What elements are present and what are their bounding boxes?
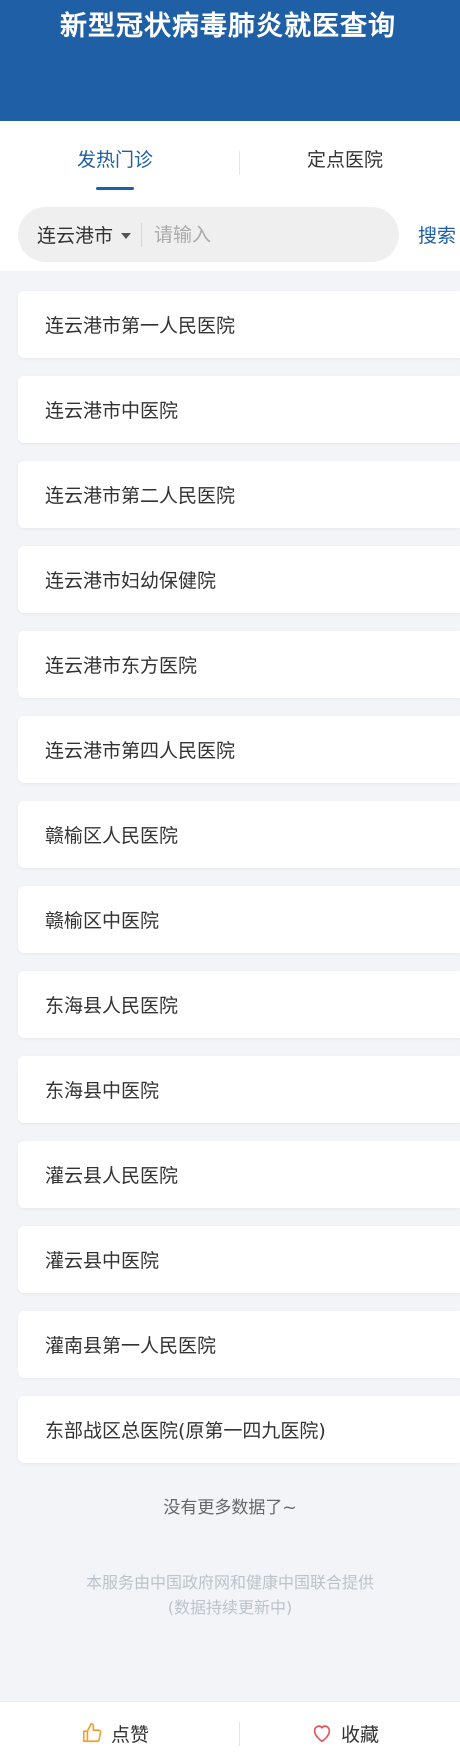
list-item[interactable]: 赣榆区中医院 [18,886,460,953]
list-item[interactable]: 连云港市东方医院 [18,631,460,698]
no-more-data-text: 没有更多数据了~ [163,1498,297,1518]
active-tab-indicator [96,187,134,190]
tab-fever-clinic[interactable]: 发热门诊 [0,121,230,190]
list-item[interactable]: 连云港市妇幼保健院 [18,546,460,613]
list-item[interactable]: 连云港市中医院 [18,376,460,443]
city-selector[interactable]: 连云港市 [18,221,132,248]
divider [141,222,143,247]
page-title: 新型冠状病毒肺炎就医查询 [60,11,396,42]
list-item[interactable]: 灌云县人民医院 [18,1141,460,1208]
list-item[interactable]: 东海县人民医院 [18,971,460,1038]
favorite-button[interactable]: 收藏 [230,1702,460,1764]
tab-label: 发热门诊 [76,149,153,171]
data-update-line: (数据持续更新中) [167,1598,293,1617]
search-button[interactable]: 搜索 [418,221,456,248]
list-item[interactable]: 连云港市第四人民医院 [18,716,460,783]
heart-icon [311,1722,333,1744]
like-button[interactable]: 点赞 [0,1702,230,1764]
page-header: 新型冠状病毒肺炎就医查询 [0,0,460,121]
list-item[interactable]: 东部战区总医院(原第一四九医院) [18,1396,460,1463]
tab-label: 定点医院 [306,149,383,171]
search-box: 连云港市 [18,207,399,262]
like-label: 点赞 [110,1723,149,1746]
thumbs-up-icon [81,1722,103,1744]
hospital-list: 连云港市第一人民医院 连云港市中医院 连云港市第二人民医院 连云港市妇幼保健院 … [0,271,460,1463]
service-provider-note: 本服务由中国政府网和健康中国联合提供 (数据持续更新中) [0,1570,460,1620]
search-input[interactable] [152,222,377,247]
search-bar: 连云港市 搜索 [0,207,460,271]
list-item[interactable]: 灌云县中医院 [18,1226,460,1293]
caret-down-icon [121,232,132,239]
tab-bar: 发热门诊 定点医院 [0,121,460,207]
tab-designated-hospital[interactable]: 定点医院 [230,121,460,183]
service-provider-line: 本服务由中国政府网和健康中国联合提供 [85,1573,374,1592]
favorite-label: 收藏 [340,1723,379,1746]
list-item[interactable]: 东海县中医院 [18,1056,460,1123]
list-item[interactable]: 赣榆区人民医院 [18,801,460,868]
city-label: 连云港市 [37,225,114,247]
list-item[interactable]: 连云港市第二人民医院 [18,461,460,528]
list-item[interactable]: 灌南县第一人民医院 [18,1311,460,1378]
bottom-action-bar: 点赞 收藏 [0,1701,460,1764]
list-item[interactable]: 连云港市第一人民医院 [18,291,460,358]
